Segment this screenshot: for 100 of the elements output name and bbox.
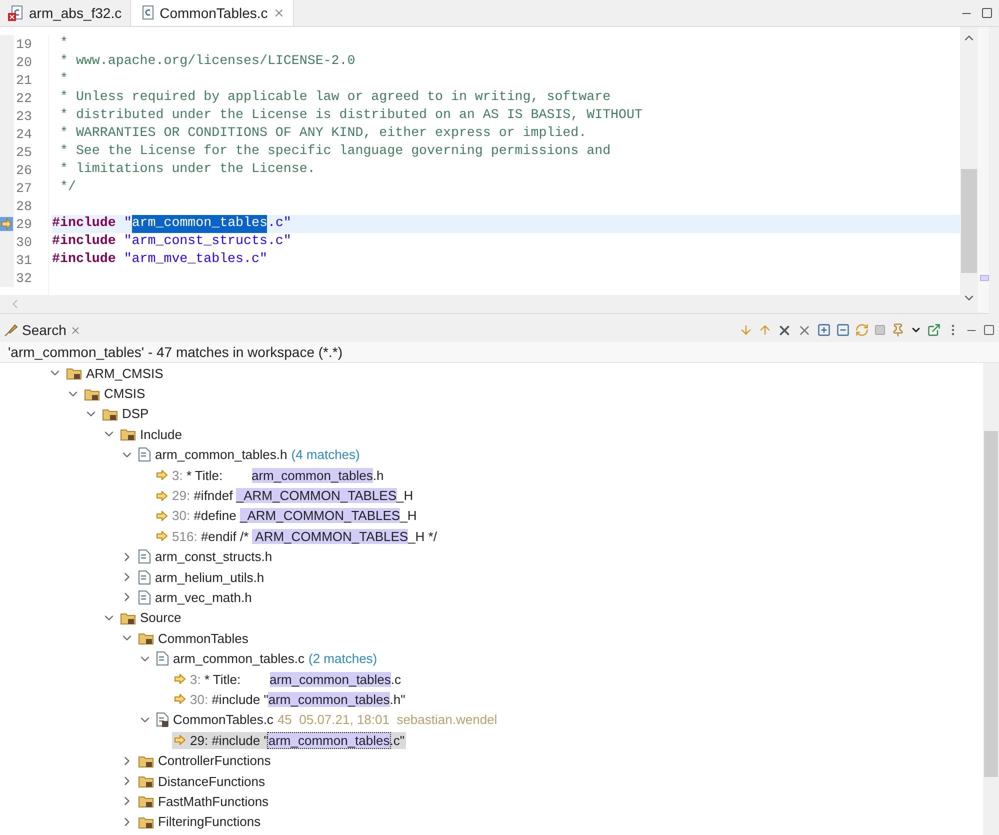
view-title[interactable]: Search <box>22 322 66 338</box>
match-line-number: 30: <box>190 692 208 707</box>
folder-label[interactable]: Include <box>140 426 182 442</box>
expand-all-icon[interactable] <box>817 323 831 337</box>
code-comment: * limitations under the License. <box>58 161 316 178</box>
code-comment: * <box>58 71 68 88</box>
folder-label[interactable]: FilteringFunctions <box>158 814 261 830</box>
package-folder-icon <box>66 366 82 380</box>
code-comment: * <box>58 35 68 52</box>
match-line-number: 3: <box>172 468 183 483</box>
match-arrow-icon <box>156 470 168 480</box>
source-file-icon <box>138 570 151 585</box>
file-label[interactable]: arm_common_tables.c <box>173 651 304 666</box>
close-icon[interactable] <box>70 324 82 336</box>
file-label[interactable]: CommonTables.c <box>173 712 274 728</box>
include-keyword: #include <box>52 233 116 250</box>
collapse-all-icon[interactable] <box>836 323 850 337</box>
folder-label[interactable]: DSP <box>122 406 149 422</box>
match-text: _H <box>396 488 414 504</box>
package-folder-icon <box>84 386 100 401</box>
code-string: "arm_const_structs.c" <box>124 233 292 250</box>
new-window-icon[interactable] <box>927 323 941 337</box>
file-label[interactable]: arm_helium_utils.h <box>155 570 264 585</box>
vertical-scrollbar[interactable] <box>983 363 999 835</box>
folder-label[interactable]: CMSIS <box>104 386 146 402</box>
line-number: 23 <box>0 107 48 125</box>
file-label[interactable]: arm_vec_math.h <box>155 590 252 605</box>
search-match-row[interactable]: 3: * Title: arm_common_tables.h <box>154 466 386 484</box>
match-line-number: 29: <box>190 732 208 748</box>
folder-label[interactable]: ARM_CMSIS <box>86 366 164 381</box>
search-match-row[interactable]: 3: * Title: arm_common_tables.c <box>172 670 404 688</box>
package-folder-icon <box>138 774 154 788</box>
search-match-row[interactable]: 29: #ifndef _ARM_COMMON_TABLES_H <box>154 487 416 504</box>
folder-label[interactable]: FastMathFunctions <box>158 794 269 809</box>
code-comment: * WARRANTIES OR CONDITIONS OF ANY KIND, either express or implied. <box>58 125 587 142</box>
line-number: 19 <box>0 35 48 53</box>
package-folder-icon <box>120 610 136 625</box>
line-number: 31 <box>0 251 48 269</box>
match-text: .c" <box>390 732 404 748</box>
include-keyword: #include <box>52 215 116 232</box>
search-match-row[interactable]: 30: #define _ARM_COMMON_TABLES_H <box>154 507 419 524</box>
match-arrow-icon <box>174 735 186 746</box>
match-highlight: arm_common_tables <box>268 692 390 707</box>
package-folder-icon <box>138 814 154 829</box>
code-string: .c" <box>267 215 292 232</box>
code-comment: * www.apache.org/licenses/LICENSE-2.0 <box>58 53 356 70</box>
source-file-icon <box>138 549 151 564</box>
package-folder-icon <box>138 794 154 808</box>
source-file-icon <box>138 447 151 462</box>
search-match-row[interactable]: 516: #endif /* ARM_COMMON_TABLES_H */ <box>154 528 439 545</box>
match-highlight: arm_common_tables <box>252 468 373 483</box>
maximize-icon[interactable] <box>983 324 995 336</box>
match-text: .c <box>390 672 402 687</box>
match-line-number: 29: <box>172 488 190 504</box>
package-folder-icon <box>102 406 118 421</box>
maximize-icon[interactable] <box>981 7 993 19</box>
package-folder-icon <box>138 754 154 768</box>
match-highlight: arm_common_tables <box>268 732 390 748</box>
match-text: .h" <box>390 692 406 707</box>
search-view-icon <box>4 323 18 337</box>
folder-label[interactable]: Source <box>140 610 182 626</box>
line-number: 25 <box>0 143 48 161</box>
match-count: (2 matches) <box>308 651 378 666</box>
match-count: (4 matches) <box>291 447 360 462</box>
match-line-number: 516: <box>172 528 198 544</box>
folder-label[interactable]: CommonTables <box>158 630 248 646</box>
match-text: #define <box>194 508 238 524</box>
package-folder-icon <box>138 631 154 646</box>
match-highlight: ARM_COMMON_TABLES <box>252 528 408 544</box>
search-match-row[interactable]: 30: #include "arm_common_tables.h" <box>172 690 408 708</box>
close-icon[interactable] <box>272 7 285 19</box>
line-number: 26 <box>0 161 48 179</box>
c-file-error-icon <box>8 5 24 21</box>
folder-label[interactable]: DistanceFunctions <box>158 774 265 788</box>
match-line-number: 30: <box>172 508 190 524</box>
match-text: #endif /* <box>200 528 250 544</box>
file-label[interactable]: arm_common_tables.h <box>155 447 288 462</box>
match-text: * Title: <box>204 672 242 687</box>
line-number: 29 <box>0 215 48 233</box>
source-file-icon <box>138 590 151 605</box>
line-number: 27 <box>0 179 48 197</box>
editor-tab[interactable]: CommonTables.c <box>130 0 294 26</box>
code-string: " <box>124 215 132 232</box>
folder-label[interactable]: ControllerFunctions <box>158 753 271 768</box>
match-text: .h <box>372 468 384 483</box>
editor-tab[interactable]: arm_abs_f32.c <box>0 0 131 26</box>
horizontal-scrollbar[interactable] <box>0 295 960 313</box>
match-highlight: _ARM_COMMON_TABLES <box>240 508 400 524</box>
match-highlight: _ARM_COMMON_TABLES <box>236 488 396 504</box>
match-text: _H <box>400 508 417 524</box>
source-file-icon <box>156 712 169 728</box>
pin-icon[interactable] <box>891 323 905 337</box>
vertical-scrollbar[interactable] <box>960 27 978 313</box>
file-label[interactable]: arm_const_structs.h <box>155 549 272 564</box>
match-line-number: 3: <box>190 672 201 687</box>
source-file-icon <box>156 651 169 666</box>
line-number: 24 <box>0 125 48 143</box>
line-number: 30 <box>0 233 48 251</box>
package-folder-icon <box>120 427 136 442</box>
code-comment: */ <box>58 179 76 196</box>
